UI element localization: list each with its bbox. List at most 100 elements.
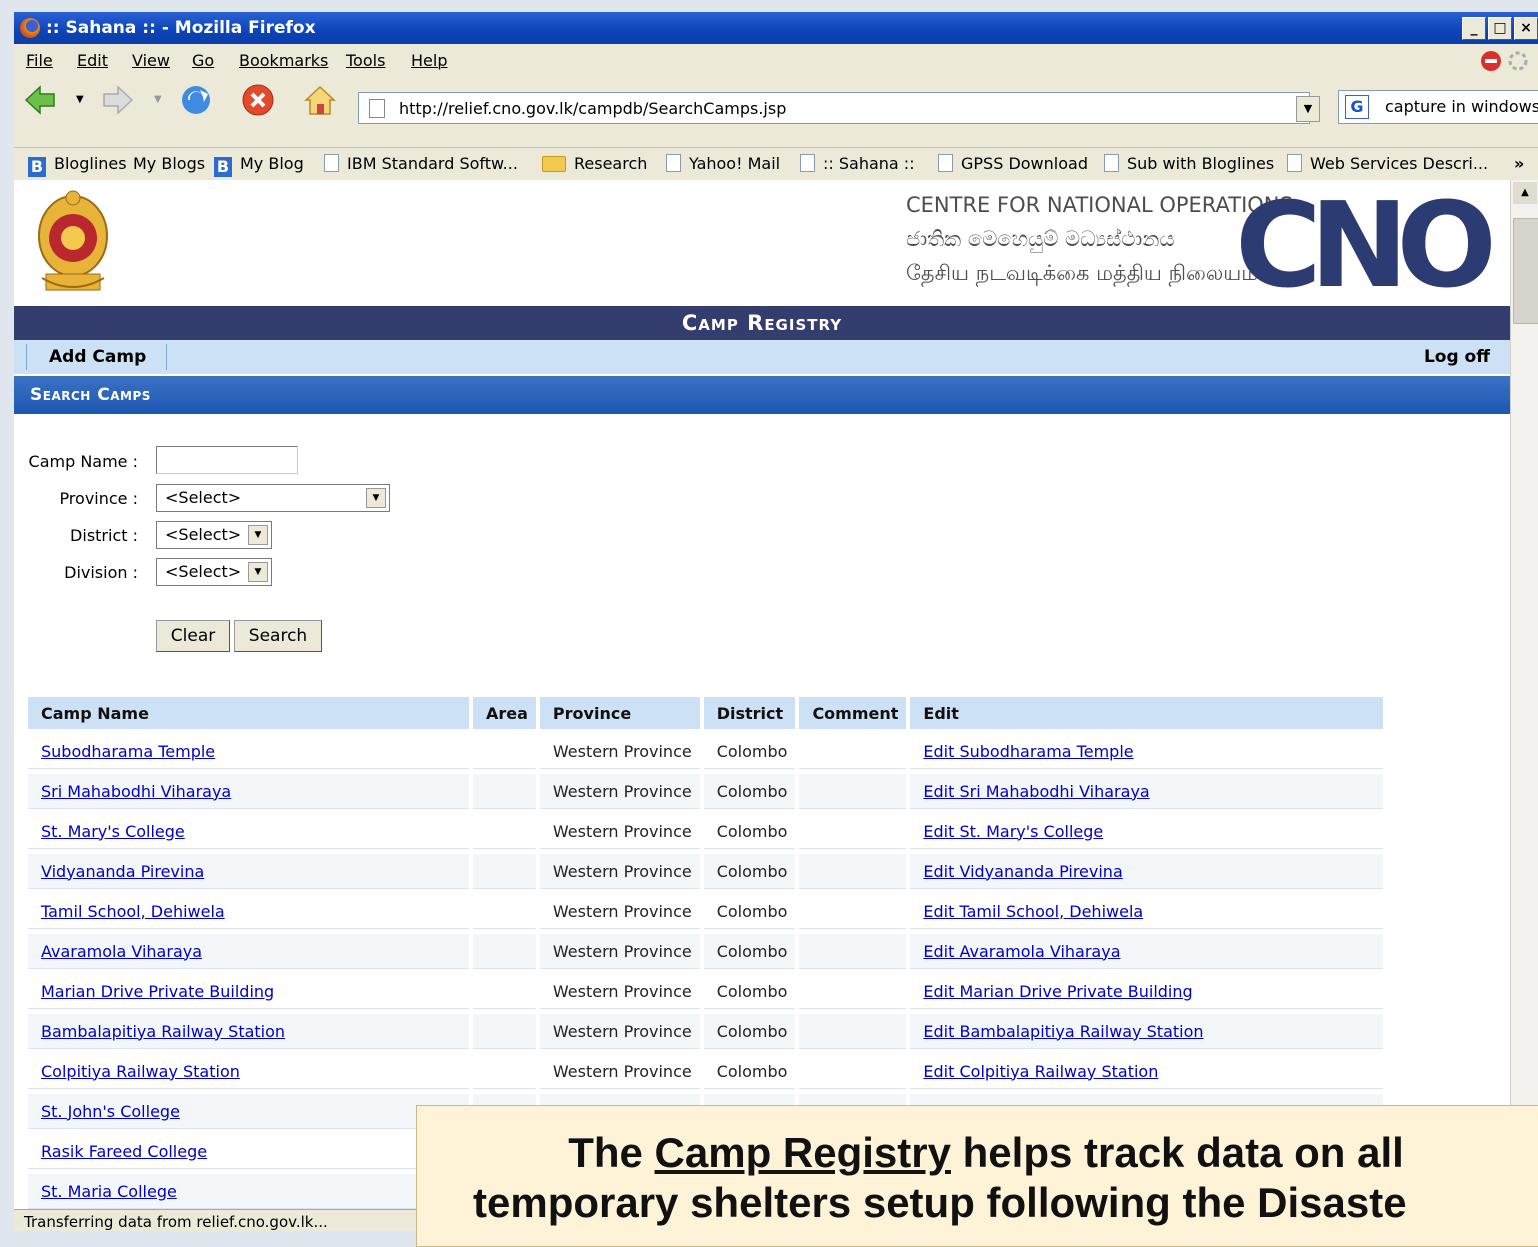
bookmark-gpss-download[interactable]: GPSS Download [938, 154, 1088, 173]
vertical-scrollbar[interactable]: ▲ [1510, 180, 1538, 1209]
edit-link[interactable]: Edit Subodharama Temple [910, 734, 1384, 769]
bookmark-research[interactable]: Research [542, 154, 647, 173]
camp-name-link[interactable]: Rasik Fareed College [28, 1134, 469, 1169]
table-row: Colpitiya Railway Station Western Provinc… [28, 1054, 1384, 1089]
menu-bookmarks[interactable]: Bookmarks [239, 51, 328, 70]
caption-link: Camp Registry [654, 1129, 951, 1176]
scroll-up-icon[interactable]: ▲ [1513, 182, 1537, 204]
back-history-icon[interactable]: ▼ [76, 94, 84, 105]
scrollbar-thumb[interactable] [1513, 218, 1538, 324]
camp-name-link[interactable]: Vidyananda Pirevina [28, 854, 469, 889]
camp-name-link[interactable]: St. Mary's College [28, 814, 469, 849]
url-dropdown-button[interactable]: ▼ [1296, 96, 1320, 122]
camp-name-link[interactable]: St. Maria College [28, 1174, 469, 1209]
camp-name-link[interactable]: Colpitiya Railway Station [28, 1054, 469, 1089]
district-cell: Colombo [703, 814, 796, 849]
table-row: Marian Drive Private Building Western Pro… [28, 974, 1384, 1009]
camp-name-link[interactable]: Subodharama Temple [28, 734, 469, 769]
stop-icon[interactable] [240, 82, 276, 118]
col-edit: Edit [910, 697, 1384, 729]
camp-name-label: Camp Name : [28, 452, 138, 471]
address-bar[interactable]: http://relief.cno.gov.lk/campdb/SearchCa… [358, 92, 1310, 124]
menu-help[interactable]: Help [411, 51, 447, 70]
reload-icon[interactable] [178, 82, 214, 118]
edit-link[interactable]: Edit Marian Drive Private Building [910, 974, 1384, 1009]
edit-link[interactable]: Edit Bambalapitiya Railway Station [910, 1014, 1384, 1049]
menu-view[interactable]: View [132, 51, 170, 70]
bookmark-yahoo-mail[interactable]: Yahoo! Mail [666, 154, 780, 173]
clear-button[interactable]: Clear [156, 620, 230, 652]
caption-box: The Camp Registry helps track data on al… [416, 1105, 1538, 1247]
menu-file[interactable]: File [26, 51, 53, 70]
menu-edit[interactable]: Edit [77, 51, 108, 70]
area-cell [473, 1014, 536, 1049]
log-off-link[interactable]: Log off [1424, 344, 1490, 370]
page-icon [369, 99, 385, 118]
camp-name-input[interactable] [156, 446, 298, 474]
district-cell: Colombo [703, 894, 796, 929]
menu-tools[interactable]: Tools [346, 51, 385, 70]
search-input[interactable]: capture in windows [1385, 97, 1538, 116]
forward-icon[interactable] [100, 82, 136, 118]
bookmark-web-services[interactable]: Web Services Descri... [1287, 154, 1488, 173]
comment-cell [799, 814, 907, 849]
edit-link[interactable]: Edit Vidyananda Pirevina [910, 854, 1384, 889]
area-cell [473, 894, 536, 929]
bookmark-my-blogs[interactable]: My Blogs [133, 154, 205, 173]
bookmark-ibm[interactable]: IBM Standard Softw... [324, 154, 518, 173]
province-cell: Western Province [539, 854, 700, 889]
caption-line-1: The Camp Registry helps track data on al… [568, 1129, 1404, 1176]
comment-cell [799, 974, 907, 1009]
province-select[interactable]: <Select> ▼ [156, 484, 390, 512]
edit-link[interactable]: Edit Colpitiya Railway Station [910, 1054, 1384, 1089]
chevron-down-icon: ▼ [248, 525, 268, 545]
comment-cell [799, 1014, 907, 1049]
bookmark-sahana[interactable]: :: Sahana :: [800, 154, 915, 173]
edit-link[interactable]: Edit St. Mary's College [910, 814, 1384, 849]
comment-cell [799, 934, 907, 969]
province-label: Province : [59, 489, 138, 508]
google-search-icon[interactable]: G [1345, 95, 1369, 119]
menu-bar: File Edit View Go Bookmarks Tools Help [14, 44, 1538, 74]
district-cell: Colombo [703, 854, 796, 889]
camp-name-link[interactable]: Marian Drive Private Building [28, 974, 469, 1009]
bookmark-sub-with-bloglines[interactable]: Sub with Bloglines [1104, 154, 1274, 173]
search-button[interactable]: Search [234, 620, 322, 652]
add-camp-link[interactable]: Add Camp [26, 344, 168, 370]
bookmark-bloglines[interactable]: B Bloglines [28, 154, 127, 177]
section-header: Search Camps [14, 376, 1510, 414]
division-label: Division : [64, 563, 138, 582]
bookmarks-more-button[interactable]: » [1514, 154, 1524, 173]
area-cell [473, 734, 536, 769]
division-select[interactable]: <Select> ▼ [156, 558, 272, 586]
title-bar: :: Sahana :: - Mozilla Firefox _ □ × [14, 12, 1538, 44]
area-cell [473, 854, 536, 889]
camp-name-link[interactable]: Sri Mahabodhi Viharaya [28, 774, 469, 809]
back-icon[interactable] [22, 82, 58, 118]
district-label: District : [70, 526, 138, 545]
caption-line-2: temporary shelters setup following the D… [473, 1179, 1407, 1226]
edit-link[interactable]: Edit Sri Mahabodhi Viharaya [910, 774, 1384, 809]
edit-link[interactable]: Edit Tamil School, Dehiwela [910, 894, 1384, 929]
maximize-button[interactable]: □ [1488, 17, 1512, 40]
district-select[interactable]: <Select> ▼ [156, 521, 272, 549]
camp-name-link[interactable]: Bambalapitiya Railway Station [28, 1014, 469, 1049]
district-cell: Colombo [703, 774, 796, 809]
table-row: St. Mary's College Western Province Colomb… [28, 814, 1384, 849]
edit-link[interactable]: Edit Avaramola Viharaya [910, 934, 1384, 969]
camp-name-link[interactable]: Tamil School, Dehiwela [28, 894, 469, 929]
camp-name-link[interactable]: St. John's College [28, 1094, 469, 1129]
bookmark-my-blog[interactable]: B My Blog [214, 154, 304, 177]
search-box[interactable]: G capture in windows [1338, 90, 1538, 124]
page-header: CENTRE FOR NATIONAL OPERATIONS ජාතික මෙහ… [14, 180, 1510, 306]
forward-history-icon[interactable]: ▼ [154, 94, 162, 105]
province-cell: Western Province [539, 974, 700, 1009]
close-button[interactable]: × [1514, 17, 1538, 40]
page-content: CENTRE FOR NATIONAL OPERATIONS ජාතික මෙහ… [14, 180, 1510, 1209]
home-icon[interactable] [302, 82, 338, 118]
province-cell: Western Province [539, 1014, 700, 1049]
minimize-button[interactable]: _ [1462, 17, 1486, 40]
menu-go[interactable]: Go [192, 51, 214, 70]
area-cell [473, 974, 536, 1009]
camp-name-link[interactable]: Avaramola Viharaya [28, 934, 469, 969]
